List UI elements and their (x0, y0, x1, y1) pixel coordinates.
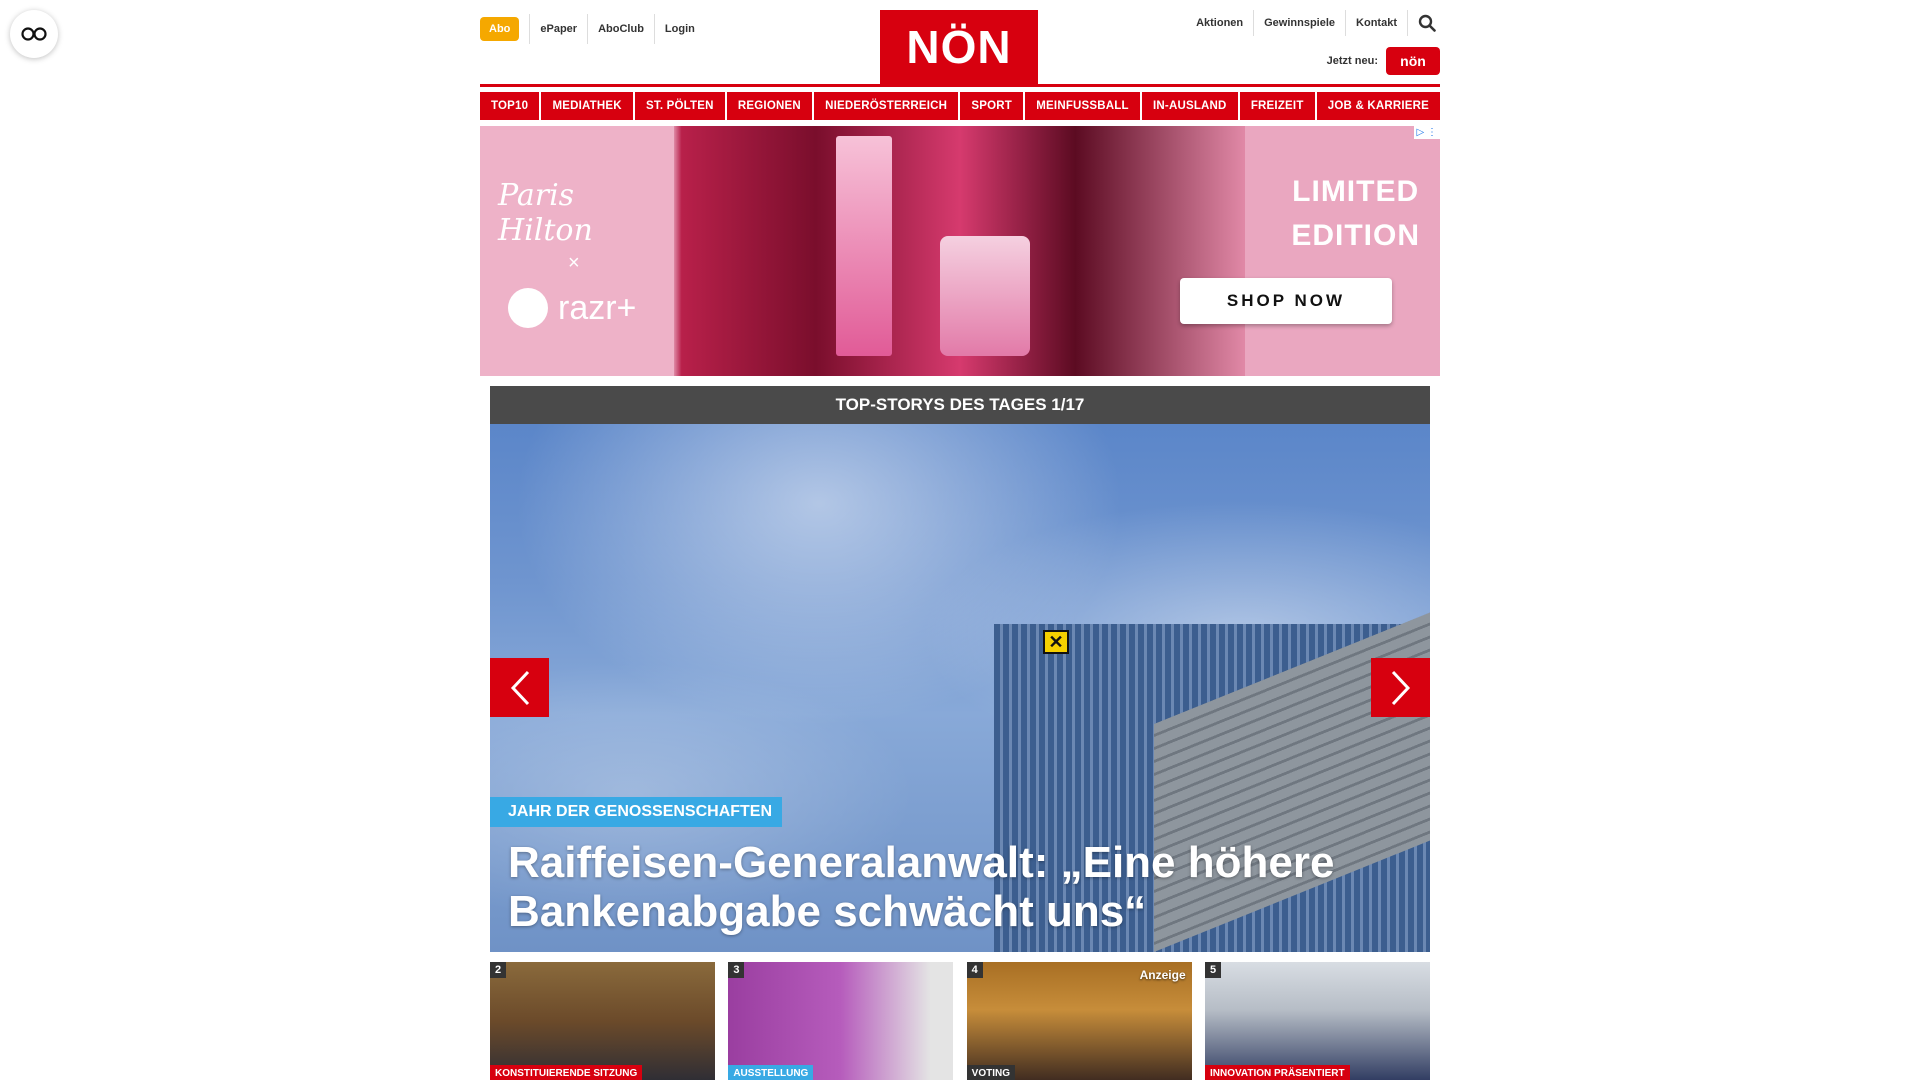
epaper-link[interactable]: ePaper (529, 14, 587, 44)
slider-thumb-3[interactable]: 3 AUSSTELLUNG (728, 962, 954, 1080)
site-logo[interactable]: NÖN (880, 10, 1038, 84)
ad-product-phone (940, 236, 1030, 356)
ad-left-panel: Paris Hilton × razr+ (480, 126, 674, 376)
thumb-number: 4 (966, 962, 983, 978)
chevron-right-icon (1391, 670, 1410, 705)
nav-item-niederoesterreich[interactable]: NIEDERÖSTERREICH (814, 92, 959, 120)
slider-thumb-2[interactable]: 2 KONSTITUIERENDE SITZUNG (490, 962, 715, 1080)
kleine-noen-logo[interactable]: nön (1386, 47, 1440, 75)
ad-headline-line2: EDITION (1291, 219, 1420, 252)
nav-item-top10[interactable]: TOP10 (480, 92, 540, 120)
ad-headline-line1: LIMITED (1292, 175, 1420, 208)
login-link[interactable]: Login (653, 14, 705, 44)
story-kicker: JAHR DER GENOSSENSCHAFTEN (490, 797, 783, 827)
thumb-tag: AUSSTELLUNG (728, 1065, 814, 1080)
thumb-tag: VOTING (966, 1065, 1015, 1080)
thumb-tag: KONSTITUIERENDE SITZUNG (490, 1065, 643, 1080)
ad-brand-label: razr+ (558, 288, 637, 327)
nav-item-in-ausland[interactable]: IN-AUSLAND (1142, 92, 1238, 120)
advertisement-banner[interactable]: Paris Hilton × razr+ LIMITED EDITION SHO… (480, 126, 1440, 376)
motorola-logo-icon (508, 288, 548, 328)
slider-thumbnails: 2 KONSTITUIERENDE SITZUNG 3 AUSSTELLUNG … (490, 962, 1430, 1080)
ad-right-panel: LIMITED EDITION (1245, 126, 1440, 376)
slider-title: TOP-STORYS DES TAGES 1/17 (490, 386, 1430, 424)
aboclub-link[interactable]: AboClub (587, 14, 654, 44)
utility-nav-left: Abo ePaper AboClub Login (480, 14, 705, 44)
top-stories-slider: TOP-STORYS DES TAGES 1/17 ✕ JAHR DER GEN… (490, 386, 1430, 1080)
glasses-icon (21, 27, 47, 41)
abo-button[interactable]: Abo (480, 17, 520, 41)
main-nav: TOP10 MEDIATHEK ST. PÖLTEN REGIONEN NIED… (480, 92, 1440, 120)
utility-nav-right: Aktionen Gewinnspiele Kontakt (1186, 10, 1440, 36)
ad-brand: razr+ (508, 288, 636, 328)
search-button[interactable] (1408, 14, 1440, 32)
nav-item-regionen[interactable]: REGIONEN (726, 92, 812, 120)
jetzt-neu-promo: Jetzt neu: nön (1327, 47, 1440, 75)
thumb-tag: INNOVATION PRÄSENTIERT (1204, 1065, 1350, 1080)
ad-signature-logo: Paris Hilton (498, 178, 593, 248)
search-icon (1418, 14, 1436, 32)
hero-story[interactable]: ✕ JAHR DER GENOSSENSCHAFTEN Raiffeisen-G… (490, 424, 1430, 952)
thumb-number: 3 (728, 962, 745, 978)
nav-item-freizeit[interactable]: FREIZEIT (1239, 92, 1315, 120)
thumb-anzeige-label: Anzeige (1139, 968, 1186, 982)
site-header: Abo ePaper AboClub Login NÖN Aktionen Ge… (480, 0, 1440, 84)
slider-thumb-5[interactable]: 5 INNOVATION PRÄSENTIERT (1204, 962, 1430, 1080)
slider-next-button[interactable] (1371, 658, 1430, 717)
gewinnspiele-link[interactable]: Gewinnspiele (1254, 10, 1347, 36)
slider-prev-button[interactable] (490, 658, 549, 717)
chevron-left-icon (510, 670, 529, 705)
nav-item-meinfussball[interactable]: MEINFUSSBALL (1025, 92, 1140, 120)
ad-cross: × (568, 252, 580, 274)
ad-product-box (836, 136, 892, 356)
nav-item-st-poelten[interactable]: ST. PÖLTEN (635, 92, 725, 120)
thumb-number: 2 (490, 962, 507, 978)
nav-item-mediathek[interactable]: MEDIATHEK (541, 92, 633, 120)
story-headline[interactable]: Raiffeisen-Generalanwalt: „Eine höhere B… (508, 838, 1388, 936)
kontakt-link[interactable]: Kontakt (1346, 10, 1408, 36)
raiffeisen-logo-icon: ✕ (1043, 630, 1069, 654)
aktionen-link[interactable]: Aktionen (1186, 10, 1255, 36)
slider-thumb-4[interactable]: 4 Anzeige VOTING (966, 962, 1192, 1080)
nav-item-job-karriere[interactable]: JOB & KARRIERE (1316, 92, 1440, 120)
site-container: Abo ePaper AboClub Login NÖN Aktionen Ge… (480, 0, 1440, 1080)
header-divider (480, 84, 1440, 87)
jetzt-neu-label: Jetzt neu: (1326, 55, 1378, 67)
thumb-number: 5 (1204, 962, 1222, 978)
reader-mode-button[interactable] (10, 10, 58, 58)
ad-shop-now-button[interactable]: SHOP NOW (1180, 278, 1392, 324)
nav-item-sport[interactable]: SPORT (960, 92, 1024, 120)
adchoices-icon[interactable]: ▷ ⋮ (1413, 126, 1440, 139)
ad-headline: LIMITED EDITION (1291, 170, 1420, 258)
